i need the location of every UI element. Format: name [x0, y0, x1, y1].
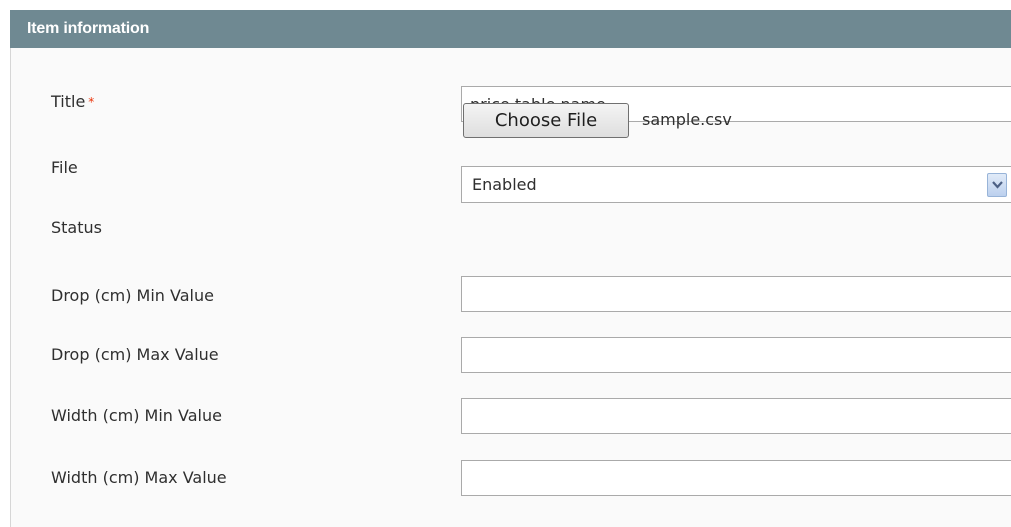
form-panel: Title* File Choose File sample.csv Statu…: [10, 48, 1011, 527]
item-information-form: Item information Title* File Choose File…: [0, 0, 1011, 527]
drop-max-input[interactable]: [461, 337, 1011, 373]
choose-file-button[interactable]: Choose File: [463, 103, 629, 138]
status-selected-value: Enabled: [472, 175, 537, 194]
file-label: File: [51, 158, 78, 177]
title-label-text: Title: [51, 92, 86, 111]
section-header: Item information: [10, 10, 1011, 48]
width-min-input[interactable]: [461, 398, 1011, 434]
status-select[interactable]: Enabled: [461, 166, 1011, 203]
status-label: Status: [51, 218, 102, 237]
section-title: Item information: [27, 20, 150, 37]
chevron-down-icon[interactable]: [987, 173, 1007, 197]
title-label: Title *: [51, 92, 94, 112]
drop-min-label: Drop (cm) Min Value: [51, 286, 214, 305]
width-min-label: Width (cm) Min Value: [51, 406, 222, 425]
drop-max-label: Drop (cm) Max Value: [51, 345, 219, 364]
selected-file-name: sample.csv: [642, 110, 732, 129]
width-max-label: Width (cm) Max Value: [51, 468, 227, 487]
width-max-input[interactable]: [461, 460, 1011, 496]
drop-min-input[interactable]: [461, 276, 1011, 312]
required-marker: *: [88, 95, 95, 109]
